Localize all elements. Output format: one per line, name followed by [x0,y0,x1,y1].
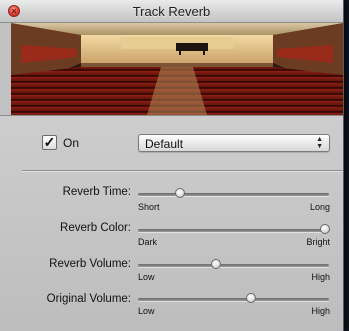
slider-track[interactable] [138,229,329,232]
preset-value: Default [145,137,184,151]
window-title: Track Reverb [132,4,211,19]
slider-thumb[interactable] [175,188,186,198]
slider-track[interactable] [138,298,329,301]
original-volume-max-label: High [311,306,330,316]
title-bar[interactable]: × Track Reverb [0,0,343,23]
reverb-color-min-label: Dark [138,237,158,247]
original-volume-label: Original Volume: [46,293,131,305]
original-volume-min-label: Low [138,306,155,316]
slider-track[interactable] [138,193,329,196]
reverb-volume-label: Reverb Volume: [49,258,131,270]
slider-track[interactable] [138,264,329,267]
reverb-time-label: Reverb Time: [62,186,131,198]
reverb-color-slider[interactable] [138,224,331,236]
reverb-volume-min-label: Low [138,272,155,282]
reverb-volume-slider[interactable] [138,259,329,271]
on-label: On [63,136,80,150]
separator [22,170,343,172]
preset-popup[interactable]: Default ▲ ▼ [138,134,330,152]
reverb-color-label: Reverb Color: [60,222,131,234]
reverb-time-min-label: Short [138,202,160,212]
on-checkbox[interactable]: ✓ [42,135,57,150]
reverb-time-slider[interactable] [138,188,329,200]
updown-arrows-icon: ▲ ▼ [316,136,323,150]
slider-thumb[interactable] [211,259,222,269]
slider-thumb[interactable] [245,293,256,303]
reverb-color-max-label: Bright [306,237,330,247]
concert-hall-image [11,23,343,115]
reverb-time-max-label: Long [309,202,330,212]
track-reverb-window: × Track Reverb ✓ On Default ▲ ▼ Reverb T… [0,0,344,331]
slider-thumb[interactable] [320,224,331,234]
reverb-volume-max-label: High [311,272,330,282]
original-volume-slider[interactable] [138,293,329,305]
